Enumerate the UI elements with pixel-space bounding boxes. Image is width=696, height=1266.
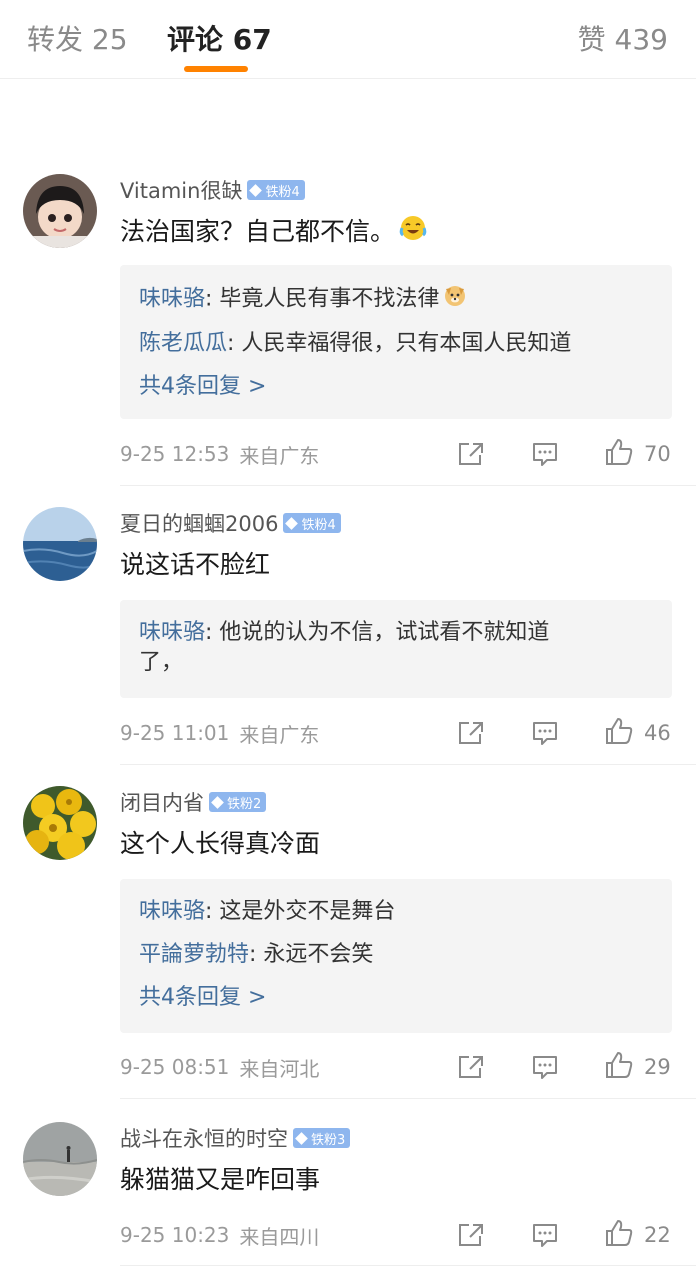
divider	[120, 764, 696, 765]
like-count: 46	[644, 721, 671, 745]
reply-line: 平論萝勃特: 永远不会笑	[120, 940, 672, 970]
reply-username[interactable]: 平論萝勃特	[139, 942, 249, 967]
avatar[interactable]	[23, 174, 97, 248]
reply-line: 味味骆: 这是外交不是舞台	[120, 897, 672, 927]
comment-tabs: 转发 25 评论 67 赞 439	[0, 0, 696, 79]
avatar[interactable]	[23, 507, 97, 581]
more-replies-row: 共4条回复 >	[120, 372, 672, 402]
comment-meta: 9-25 08:51 来自河北 29	[120, 1049, 674, 1085]
comment-location: 来自广东	[239, 443, 320, 468]
reply-username[interactable]: 陈老瓜瓜	[139, 331, 227, 356]
avatar[interactable]	[23, 1122, 97, 1196]
active-tab-indicator	[184, 66, 248, 72]
reply-line: 陈老瓜瓜: 人民幸福得很，只有本国人民知道	[120, 329, 672, 359]
reply-username[interactable]: 味味骆	[139, 899, 205, 924]
comment-location: 来自河北	[239, 1056, 320, 1081]
comment-bubble-icon[interactable]	[530, 441, 560, 467]
like-button[interactable]: 70	[604, 437, 674, 471]
comment-meta: 9-25 10:23 来自四川 22	[120, 1217, 674, 1253]
comment-text: 说这话不脸红	[120, 550, 271, 579]
reply-text: : 他说的认为不信，试试看不就知道	[205, 620, 550, 645]
like-button[interactable]: 22	[604, 1218, 674, 1252]
comment-meta: 9-25 12:53 来自广东 70	[120, 436, 674, 472]
divider	[120, 485, 696, 486]
reply-text: : 这是外交不是舞台	[205, 899, 396, 924]
laugh-cry-emoji-icon	[399, 214, 427, 252]
comment-username[interactable]: Vitamin很缺	[120, 175, 242, 205]
fan-badge[interactable]: 铁粉2	[209, 792, 267, 812]
comment-username[interactable]: 闭目内省	[120, 787, 204, 817]
reply-text: : 毕竟人民有事不找法律	[205, 286, 440, 312]
comment-text-row: 这个人长得真冷面	[120, 826, 672, 862]
fan-badge-label: 铁粉4	[301, 517, 336, 533]
reply-username[interactable]: 味味骆	[139, 620, 205, 645]
comment-time: 9-25 12:53	[120, 442, 230, 466]
like-button[interactable]: 46	[604, 716, 674, 750]
reply-preview[interactable]: 味味骆: 毕竟人民有事不找法律 陈老瓜瓜: 人民幸福得很，只有本国人民知道 共4…	[120, 265, 672, 419]
comment-text: 法治国家？自己都不信。	[120, 217, 396, 246]
reply-text: : 永远不会笑	[249, 942, 374, 967]
comment-text-row: 说这话不脸红	[120, 547, 672, 583]
reply-line-continuation: 了，	[139, 650, 184, 675]
divider	[120, 1098, 696, 1099]
more-replies-link[interactable]: 共4条回复 >	[139, 374, 266, 399]
thumbs-up-icon	[604, 437, 634, 471]
tab-repost[interactable]: 转发 25	[27, 18, 128, 58]
reply-line: 味味骆: 他说的认为不信，试试看不就知道	[120, 618, 672, 648]
thumbs-up-icon	[604, 716, 634, 750]
diamond-icon	[285, 516, 299, 530]
like-button[interactable]: 29	[604, 1050, 674, 1084]
reply-username[interactable]: 味味骆	[139, 287, 205, 312]
reply-text: : 人民幸福得很，只有本国人民知道	[227, 331, 572, 356]
fan-badge[interactable]: 铁粉4	[247, 180, 305, 200]
thumbs-up-icon	[604, 1218, 634, 1252]
like-count: 29	[644, 1055, 671, 1079]
reply-preview[interactable]: 味味骆: 这是外交不是舞台 平論萝勃特: 永远不会笑 共4条回复 >	[120, 879, 672, 1033]
fan-badge-label: 铁粉2	[227, 796, 262, 812]
more-replies-link[interactable]: 共4条回复 >	[139, 985, 266, 1010]
comment-bubble-icon[interactable]	[530, 1054, 560, 1080]
comment-location: 来自四川	[239, 1224, 320, 1249]
doge-emoji-icon	[443, 283, 467, 316]
diamond-icon	[249, 183, 263, 197]
comment-text-row: 躲猫猫又是咋回事	[120, 1162, 672, 1198]
diamond-icon	[295, 1131, 308, 1145]
share-icon[interactable]	[456, 1054, 486, 1080]
comment-text: 躲猫猫又是咋回事	[120, 1165, 321, 1194]
share-icon[interactable]	[456, 720, 486, 746]
comment-location: 来自广东	[239, 722, 320, 747]
more-replies-row: 共4条回复 >	[120, 983, 672, 1013]
comment-time: 9-25 10:23	[120, 1223, 230, 1247]
comment-text-row: 法治国家？自己都不信。	[120, 214, 672, 252]
comment-text: 这个人长得真冷面	[120, 829, 321, 858]
comment-time: 9-25 11:01	[120, 721, 230, 745]
comment-meta: 9-25 11:01 来自广东 46	[120, 715, 674, 751]
like-count: 70	[644, 442, 671, 466]
fan-badge-label: 铁粉4	[265, 184, 300, 200]
like-count: 22	[644, 1223, 671, 1247]
reply-line: 味味骆: 毕竟人民有事不找法律	[120, 283, 672, 316]
share-icon[interactable]	[456, 1222, 486, 1248]
fan-badge[interactable]: 铁粉3	[293, 1128, 351, 1148]
comment-bubble-icon[interactable]	[530, 720, 560, 746]
share-icon[interactable]	[456, 441, 486, 467]
tab-comments[interactable]: 评论 67	[167, 18, 272, 58]
fan-badge[interactable]: 铁粉4	[283, 513, 341, 533]
comment-bubble-icon[interactable]	[530, 1222, 560, 1248]
diamond-icon	[211, 795, 224, 809]
comment-username[interactable]: 战斗在永恒的时空	[120, 1123, 288, 1153]
avatar[interactable]	[23, 786, 97, 860]
comment-username[interactable]: 夏日的蝈蝈2006	[120, 508, 278, 538]
thumbs-up-icon	[604, 1050, 634, 1084]
reply-preview[interactable]: 味味骆: 他说的认为不信，试试看不就知道 了，	[120, 600, 672, 698]
comment-time: 9-25 08:51	[120, 1055, 230, 1079]
fan-badge-label: 铁粉3	[311, 1132, 346, 1148]
tab-likes[interactable]: 赞 439	[578, 18, 668, 58]
